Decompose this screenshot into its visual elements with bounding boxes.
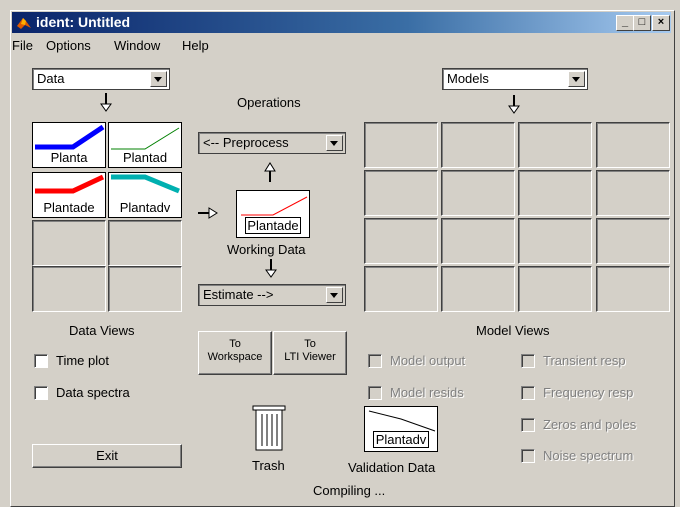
to-lti-line2: LTI Viewer <box>284 351 336 363</box>
data-icon-label: Plantade <box>43 200 95 215</box>
to-workspace-line2: Workspace <box>207 351 263 363</box>
trash-label: Trash <box>252 458 285 473</box>
data-popup-value: Data <box>37 71 65 86</box>
estimate-popup[interactable]: Estimate --> <box>198 284 346 306</box>
to-workspace-line1: To <box>229 338 241 350</box>
minimize-button[interactable]: _ <box>616 15 634 31</box>
status-text: Compiling ... <box>313 483 386 498</box>
arrow-down-icon <box>100 93 112 112</box>
data-spectra-label: Data spectra <box>56 385 130 400</box>
time-plot-checkbox[interactable] <box>34 354 48 368</box>
title-bar[interactable]: ident: Untitled _ □ × <box>12 12 671 33</box>
data-slot-empty[interactable] <box>108 220 182 266</box>
model-slot[interactable] <box>441 170 515 216</box>
maximize-button[interactable]: □ <box>633 15 651 31</box>
menu-help[interactable]: Help <box>182 38 209 53</box>
data-icon-plantadv[interactable]: Plantadv <box>108 172 182 218</box>
arrow-up-icon <box>264 162 276 182</box>
zeros-poles-label: Zeros and poles <box>543 417 637 432</box>
model-slot[interactable] <box>596 218 670 264</box>
working-data-icon[interactable]: Plantade <box>236 190 310 238</box>
model-views-title: Model Views <box>476 323 550 338</box>
validation-data-icon-label: Plantadv <box>373 431 429 448</box>
model-slot[interactable] <box>518 122 592 168</box>
model-slot[interactable] <box>596 266 670 312</box>
model-slot[interactable] <box>441 218 515 264</box>
transient-resp-checkbox[interactable] <box>521 354 535 368</box>
arrow-down-icon <box>508 95 520 114</box>
model-slot[interactable] <box>441 122 515 168</box>
arrow-right-icon <box>198 207 218 219</box>
frequency-resp-checkbox[interactable] <box>521 386 535 400</box>
transient-resp-label: Transient resp <box>543 353 626 368</box>
model-slot[interactable] <box>518 170 592 216</box>
exit-button[interactable]: Exit <box>32 444 182 468</box>
validation-data-label: Validation Data <box>348 460 436 475</box>
to-lti-viewer-button[interactable]: To LTI Viewer <box>273 331 347 375</box>
zeros-poles-checkbox[interactable] <box>521 418 535 432</box>
trash-icon[interactable] <box>252 403 286 453</box>
model-output-label: Model output <box>390 353 466 368</box>
model-slot[interactable] <box>596 170 670 216</box>
estimate-value: Estimate --> <box>203 287 274 302</box>
window-title: ident: Untitled <box>36 14 131 30</box>
preprocess-value: <-- Preprocess <box>203 135 289 150</box>
model-slot[interactable] <box>364 218 438 264</box>
menu-window[interactable]: Window <box>114 38 160 53</box>
noise-spectrum-checkbox[interactable] <box>521 449 535 463</box>
models-popup-value: Models <box>447 71 489 86</box>
model-slot[interactable] <box>364 266 438 312</box>
model-output-checkbox[interactable] <box>368 354 382 368</box>
data-icon-label: Plantadv <box>119 200 171 215</box>
frequency-resp-label: Frequency resp <box>543 385 634 400</box>
data-icon-plantad[interactable]: Plantad <box>108 122 182 168</box>
menu-options[interactable]: Options <box>46 38 91 53</box>
to-workspace-button[interactable]: To Workspace <box>198 331 272 375</box>
model-slot[interactable] <box>364 170 438 216</box>
chevron-down-icon[interactable] <box>568 71 585 87</box>
model-slot[interactable] <box>518 266 592 312</box>
model-slot[interactable] <box>518 218 592 264</box>
data-spectra-checkbox[interactable] <box>34 386 48 400</box>
close-button[interactable]: × <box>652 15 670 31</box>
chevron-down-icon[interactable] <box>326 135 343 151</box>
data-icon-planta[interactable]: Planta <box>32 122 106 168</box>
model-slot[interactable] <box>441 266 515 312</box>
time-plot-label: Time plot <box>56 353 109 368</box>
models-popup[interactable]: Models <box>442 68 588 90</box>
matlab-icon <box>17 18 31 29</box>
data-popup[interactable]: Data <box>32 68 170 90</box>
arrow-down-icon <box>265 259 277 278</box>
working-data-label: Working Data <box>227 242 306 257</box>
model-slot[interactable] <box>364 122 438 168</box>
chevron-down-icon[interactable] <box>150 71 167 87</box>
model-resids-label: Model resids <box>390 385 464 400</box>
data-icon-plantade[interactable]: Plantade <box>32 172 106 218</box>
operations-title: Operations <box>237 95 301 110</box>
data-slot-empty[interactable] <box>108 266 182 312</box>
model-slot[interactable] <box>596 122 670 168</box>
menu-file[interactable]: File <box>12 38 33 53</box>
chevron-down-icon[interactable] <box>326 287 343 303</box>
to-lti-line1: To <box>304 338 316 350</box>
data-views-title: Data Views <box>69 323 135 338</box>
data-icon-label: Plantad <box>122 150 168 165</box>
noise-spectrum-label: Noise spectrum <box>543 448 634 463</box>
validation-data-icon[interactable]: Plantadv <box>364 406 438 452</box>
data-slot-empty[interactable] <box>32 266 106 312</box>
data-slot-empty[interactable] <box>32 220 106 266</box>
data-icon-label: Planta <box>50 150 88 165</box>
working-data-icon-label: Plantade <box>245 217 301 234</box>
model-resids-checkbox[interactable] <box>368 386 382 400</box>
preprocess-popup[interactable]: <-- Preprocess <box>198 132 346 154</box>
